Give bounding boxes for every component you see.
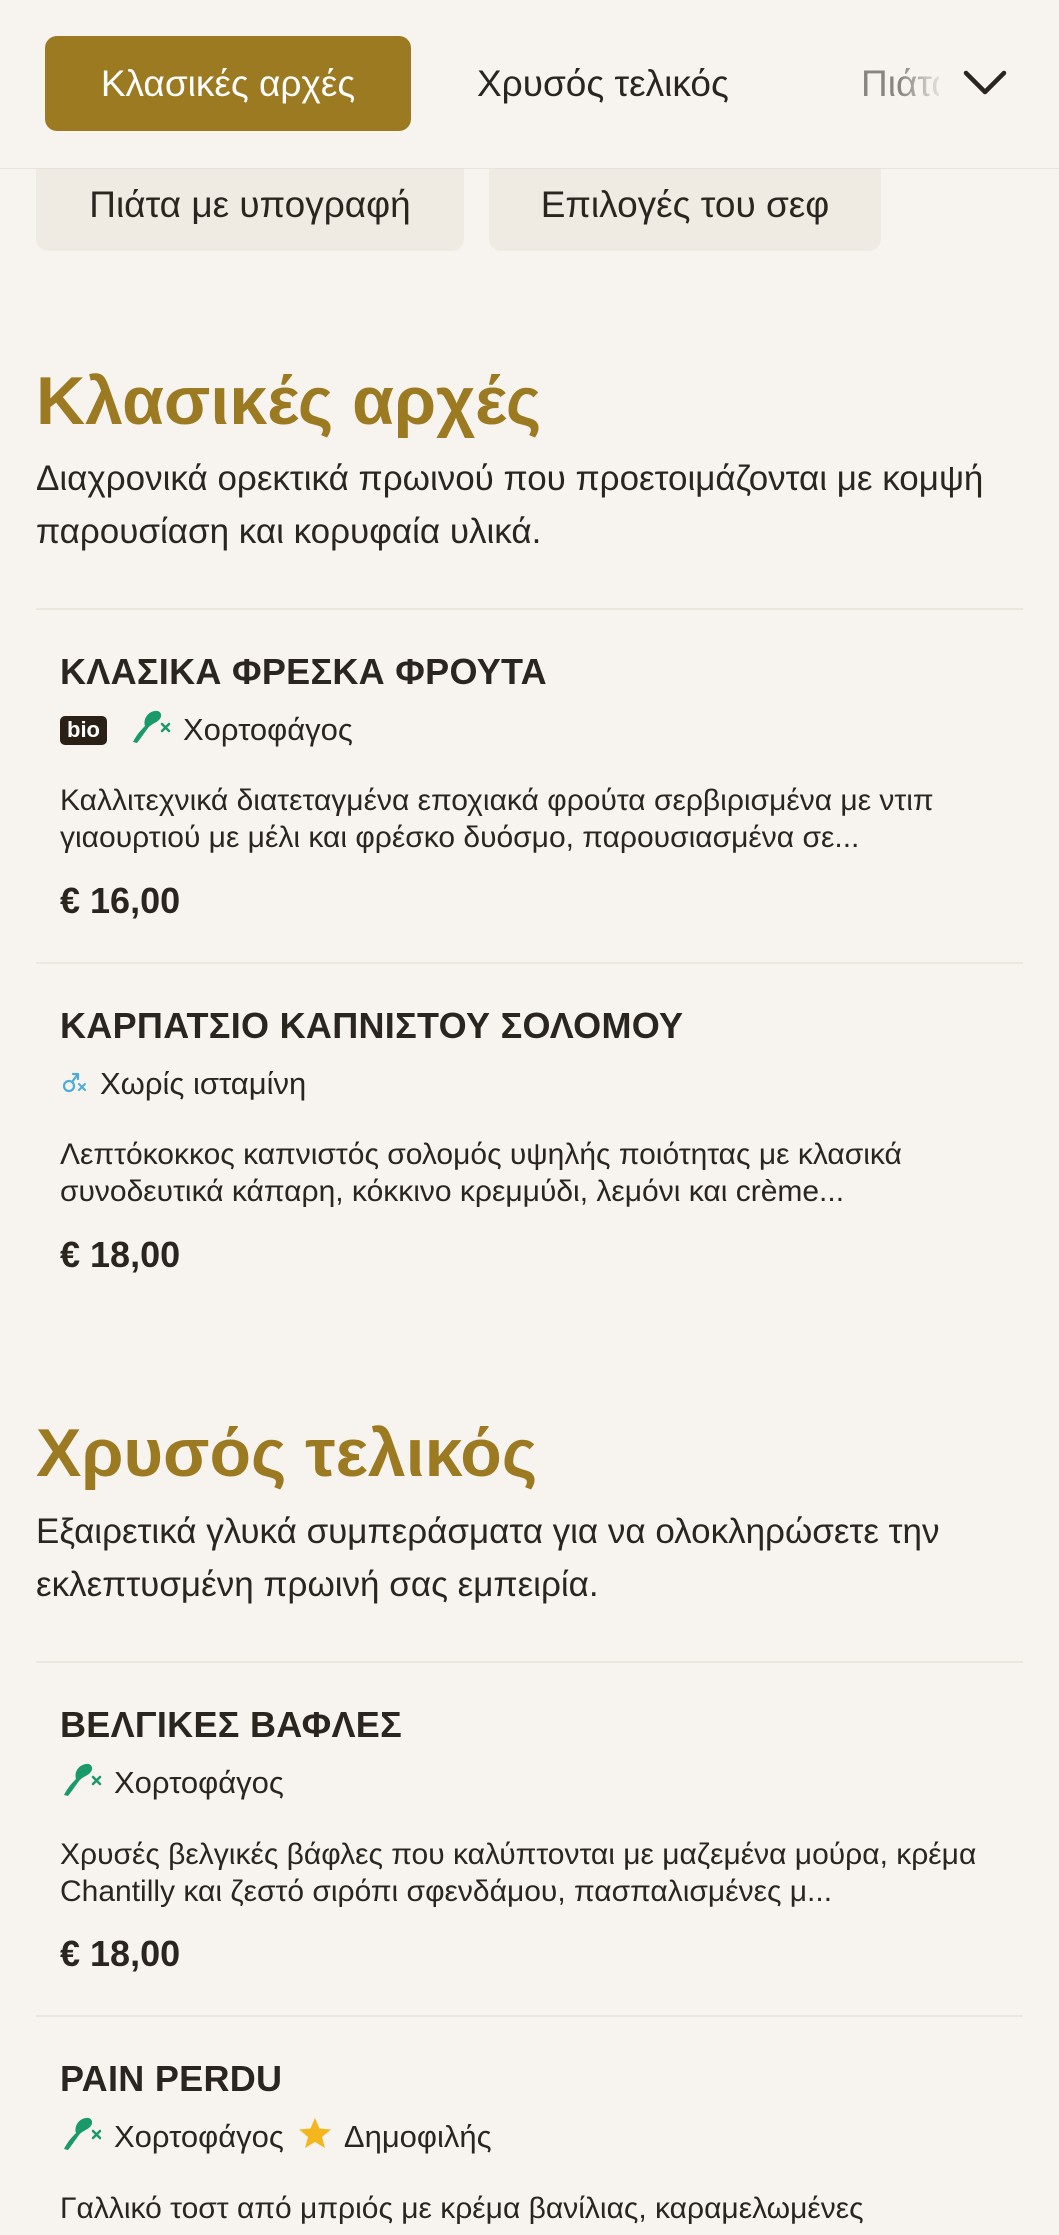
item-tags: Χορτοφάγος Δημοφιλής <box>60 2117 506 2157</box>
section-description: Εξαιρετικά γλυκά συμπεράσματα για να ολο… <box>36 1512 940 1604</box>
item-price: € 16,00 <box>60 880 181 921</box>
section-description: Διαχρονικά ορεκτικά πρωινού που προετοιμ… <box>36 459 984 551</box>
bio-badge: bio <box>60 715 107 745</box>
star-icon <box>298 2117 332 2157</box>
tag-label: Χωρίς ισταμίνη <box>100 1066 307 1101</box>
tag-label: Χορτοφάγος <box>114 1765 284 1800</box>
item-price: € 18,00 <box>60 1933 181 1974</box>
item-name: ΒΕΛΓΙΚΕΣ ΒΑΦΛΕΣ <box>60 1704 402 1745</box>
tag-vegetarian: Χορτοφάγος <box>129 708 353 752</box>
item-description: Χρυσές βελγικές βάφλες που καλύπτονται μ… <box>60 1838 977 1908</box>
section-title: Κλασικές αρχές <box>36 363 542 439</box>
item-description: Λεπτόκοκκος καπνιστός σολομός υψηλής ποι… <box>60 1138 902 1208</box>
vegetarian-icon <box>129 708 171 752</box>
tag-histamine-free: Χωρίς ισταμίνη <box>60 1064 306 1104</box>
section-title: Χρυσός τελικός <box>36 1415 538 1491</box>
item-name: ΚΑΡΠΑΤΣΙΟ ΚΑΠΝΙΣΤΟΥ ΣΟΛΟΜΟΥ <box>60 1005 684 1046</box>
tab-golden-finale[interactable]: Χρυσός τελικός <box>477 36 729 131</box>
divider <box>36 1661 1023 1663</box>
item-tags: bio Χορτοφάγος <box>60 710 367 750</box>
item-name: PAIN PERDU <box>60 2058 283 2099</box>
item-price: € 18,00 <box>60 1234 181 1275</box>
item-name: ΚΛΑΣΙΚΑ ΦΡΕΣΚΑ ΦΡΟΥΤΑ <box>60 651 547 692</box>
item-tags: Χωρίς ισταμίνη <box>60 1064 320 1104</box>
tag-vegetarian: Χορτοφάγος <box>60 1761 284 1805</box>
divider <box>36 608 1023 610</box>
category-tab-bar: Κλασικές αρχές Χρυσός τελικός Πιάτα με υ… <box>0 0 1059 169</box>
tag-label: Δημοφιλής <box>343 2119 492 2154</box>
vegetarian-icon <box>60 1761 102 1805</box>
chevron-down-icon[interactable] <box>960 58 1010 108</box>
histamine-free-icon <box>60 1064 88 1104</box>
divider <box>36 962 1023 964</box>
tag-label: Χορτοφάγος <box>114 2119 284 2154</box>
tag-popular: Δημοφιλής <box>298 2117 492 2157</box>
divider <box>36 2015 1023 2017</box>
item-description: Καλλιτεχνικά διατεταγμένα εποχιακά φρούτ… <box>60 784 934 854</box>
tab-overflow-fade <box>900 40 960 130</box>
item-description: Γαλλικό τοστ από μπριός με κρέμα βανίλια… <box>60 2192 864 2225</box>
item-tags: Χορτοφάγος <box>60 1763 298 1803</box>
tag-vegetarian: Χορτοφάγος <box>60 2115 284 2159</box>
tab-classic-beginnings[interactable]: Κλασικές αρχές <box>45 36 411 131</box>
vegetarian-icon <box>60 2115 102 2159</box>
tag-label: Χορτοφάγος <box>183 712 353 747</box>
